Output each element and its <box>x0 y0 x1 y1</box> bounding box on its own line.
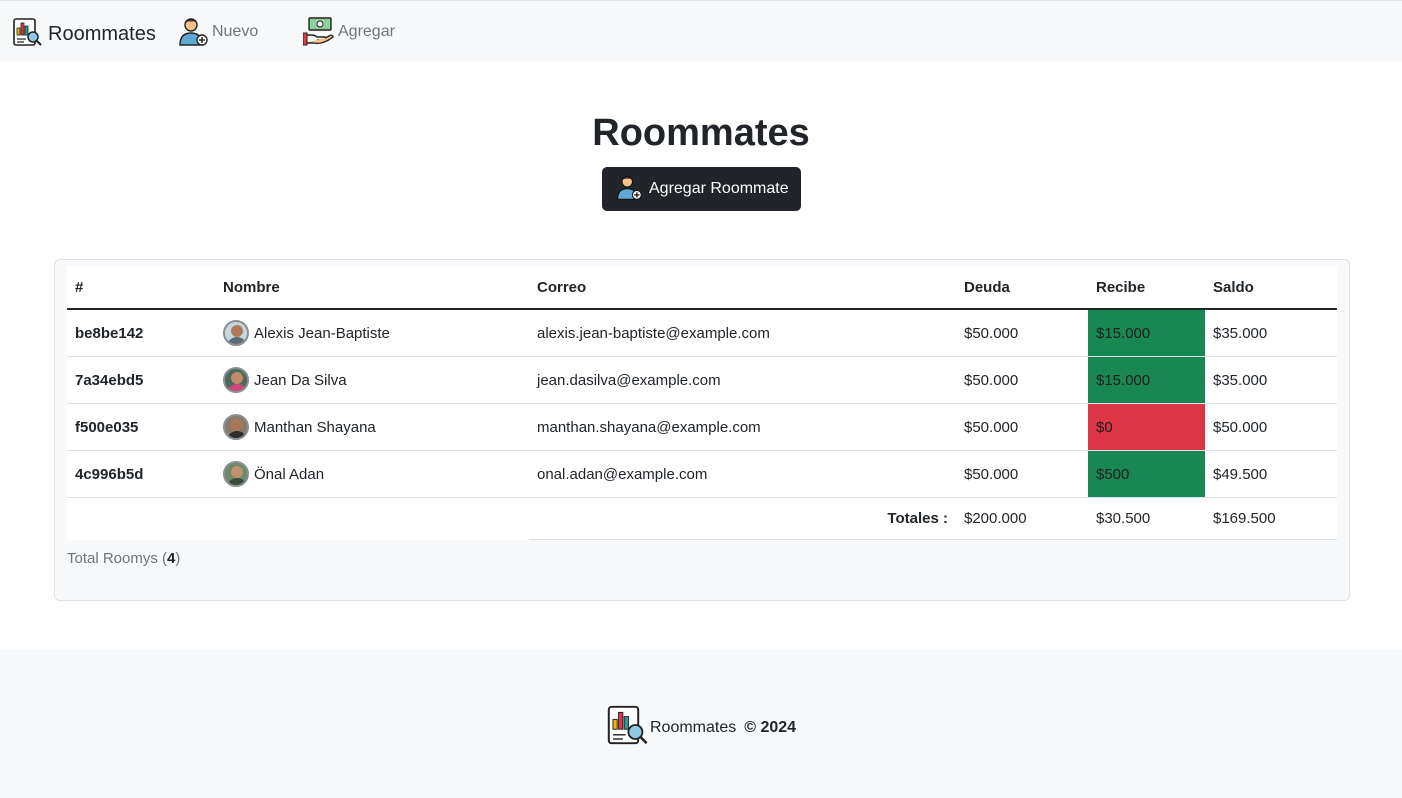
avatar <box>223 320 249 346</box>
totals-row: Totales : $200.000 $30.500 $169.500 <box>67 497 1337 540</box>
column-header-correo: Correo <box>529 266 956 310</box>
total-roomys: Total Roomys (4) <box>67 550 181 567</box>
avatar <box>223 414 249 440</box>
total-roomys-count: 4 <box>167 550 176 567</box>
nav-link-nuevo[interactable]: Nuevo <box>177 15 258 52</box>
column-header-saldo: Saldo <box>1205 266 1337 310</box>
avatar <box>223 367 249 393</box>
column-header-deuda: Deuda <box>956 266 1088 310</box>
totals-label: Totales : <box>529 497 956 540</box>
row-name-cell: Jean Da Silva <box>215 356 529 404</box>
row-deuda: $50.000 <box>956 450 1088 498</box>
total-roomys-label: Total Roomys <box>67 550 158 567</box>
footer-copyright: © 2024 <box>744 718 797 736</box>
row-id: 4c996b5d <box>67 450 215 498</box>
footer-content: Roommates © 2024 <box>606 704 796 751</box>
row-name-cell: Önal Adan <box>215 450 529 498</box>
nav-link-agregar[interactable]: Agregar <box>302 15 395 52</box>
nav-link-agregar-label: Agregar <box>338 22 395 40</box>
row-deuda: $50.000 <box>956 356 1088 404</box>
row-email: alexis.jean-baptiste@example.com <box>529 309 956 357</box>
user-add-icon <box>615 172 643 207</box>
navbar-brand-label: Roommates <box>48 23 156 45</box>
report-chart-icon <box>606 704 648 751</box>
row-id: f500e035 <box>67 403 215 451</box>
column-header-id: # <box>67 266 215 310</box>
row-saldo: $49.500 <box>1205 450 1337 498</box>
row-email: manthan.shayana@example.com <box>529 403 956 451</box>
row-recibe: $15.000 <box>1088 356 1205 404</box>
money-hand-icon <box>302 15 335 52</box>
row-name-cell: Alexis Jean-Baptiste <box>215 309 529 357</box>
roommates-table: # Nombre Correo Deuda Recibe Saldo be8be… <box>67 266 1337 540</box>
row-name: Jean Da Silva <box>254 371 347 389</box>
add-roommate-button-label: Agregar Roommate <box>649 180 789 197</box>
roommates-card: # Nombre Correo Deuda Recibe Saldo be8be… <box>54 259 1350 601</box>
column-header-recibe: Recibe <box>1088 266 1205 310</box>
row-recibe: $500 <box>1088 450 1205 498</box>
row-saldo: $35.000 <box>1205 309 1337 357</box>
row-recibe: $0 <box>1088 403 1205 451</box>
row-name-cell: Manthan Shayana <box>215 403 529 451</box>
row-saldo: $50.000 <box>1205 403 1337 451</box>
totals-deuda: $200.000 <box>956 497 1088 540</box>
table-header-row: # Nombre Correo Deuda Recibe Saldo <box>67 266 1337 310</box>
page-title: Roommates <box>592 112 810 154</box>
totals-spacer <box>67 497 529 540</box>
nav-link-nuevo-label: Nuevo <box>212 22 259 40</box>
table-row: be8be142 Alexis Jean-Baptiste alexis.jea… <box>67 309 1337 357</box>
row-name: Manthan Shayana <box>254 418 376 436</box>
row-email: jean.dasilva@example.com <box>529 356 956 404</box>
totals-saldo: $169.500 <box>1205 497 1337 540</box>
user-add-icon <box>177 15 209 52</box>
row-id: 7a34ebd5 <box>67 356 215 404</box>
add-roommate-button[interactable]: Agregar Roommate <box>602 167 801 211</box>
column-header-nombre: Nombre <box>215 266 529 310</box>
row-name: Önal Adan <box>254 465 325 483</box>
footer-brand: Roommates <box>650 718 737 736</box>
row-id: be8be142 <box>67 309 215 357</box>
table-row: 4c996b5d Önal Adan onal.adan@example.com… <box>67 450 1337 498</box>
row-email: onal.adan@example.com <box>529 450 956 498</box>
table-row: f500e035 Manthan Shayana manthan.shayana… <box>67 403 1337 451</box>
navbar-brand[interactable]: Roommates <box>12 17 156 52</box>
avatar <box>223 461 249 487</box>
row-deuda: $50.000 <box>956 309 1088 357</box>
table-row: 7a34ebd5 Jean Da Silva jean.dasilva@exam… <box>67 356 1337 404</box>
row-deuda: $50.000 <box>956 403 1088 451</box>
navbar: Roommates Nuevo Agregar <box>0 0 1402 62</box>
row-name: Alexis Jean-Baptiste <box>254 324 390 342</box>
totals-recibe: $30.500 <box>1088 497 1205 540</box>
report-chart-icon <box>12 17 42 52</box>
row-saldo: $35.000 <box>1205 356 1337 404</box>
row-recibe: $15.000 <box>1088 309 1205 357</box>
footer: Roommates © 2024 <box>0 649 1402 798</box>
